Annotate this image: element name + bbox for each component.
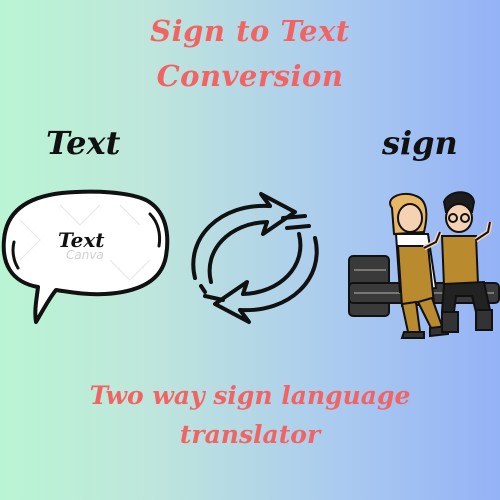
- girl-figure-icon: [389, 192, 449, 339]
- canva-watermark: Canva: [66, 248, 104, 262]
- signing-children-illustration: [348, 191, 500, 339]
- sync-arrows-icon: [191, 192, 319, 324]
- footer-line2: translator: [179, 420, 321, 449]
- footer-line1: Two way sign language: [89, 381, 411, 410]
- boy-figure-icon: [440, 191, 493, 333]
